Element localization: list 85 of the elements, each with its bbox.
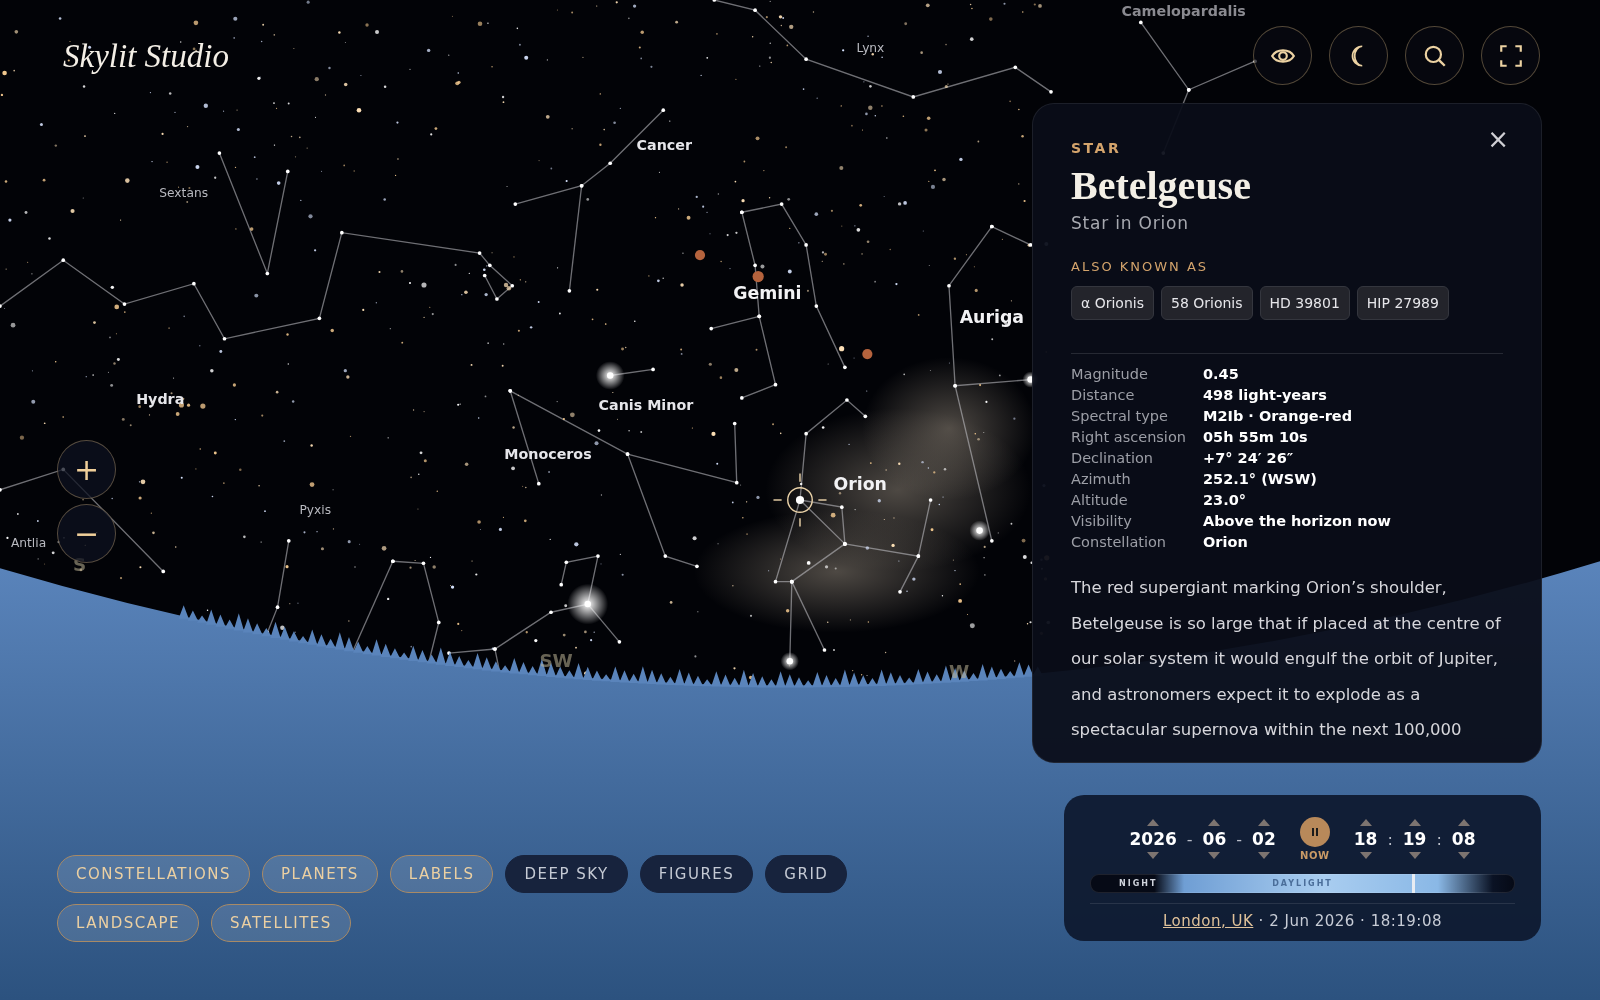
time-field-value[interactable]: 18 (1353, 829, 1378, 849)
layer-toggle-button[interactable]: SATELLITES (211, 904, 351, 942)
property-label: Right ascension (1071, 428, 1187, 447)
zoom-in-button[interactable]: + (57, 440, 116, 499)
daylight-timeline-bar[interactable]: NIGHT DAYLIGHT (1090, 874, 1515, 893)
description-text: The red supergiant marking Orion’s shoulder, Betelgeuse is so large that if placed at the centre of our solar system it would engulf the orbit of Jupiter, and astronomers expect it to explode as a spectacular supernova within the next 100,000 (1071, 577, 1502, 741)
constellation-label: Monoceros (504, 446, 592, 463)
property-value: 498 light-years (1203, 386, 1328, 405)
pause-button[interactable] (1299, 817, 1330, 847)
app-logo: Skylit Studio (63, 38, 229, 75)
increment-arrow-icon[interactable] (1457, 819, 1470, 826)
property-label: Spectral type (1071, 407, 1169, 426)
daylight-label: DAYLIGHT (1272, 879, 1333, 888)
alias-tag: HIP 27989 (1356, 286, 1449, 320)
increment-arrow-icon[interactable] (1359, 819, 1372, 826)
property-value: M2Ib · Orange-red (1203, 407, 1354, 426)
field-separator: : (1436, 829, 1442, 849)
constellation-label: Pyxis (299, 503, 332, 518)
time-field-value[interactable]: 08 (1451, 829, 1476, 849)
decrement-arrow-icon[interactable] (1457, 852, 1470, 859)
planet-marker[interactable] (862, 349, 873, 360)
property-value: 252.1° (WSW) (1203, 470, 1318, 489)
property-value: 05h 55m 10s (1203, 428, 1309, 447)
selection-reticle-icon (772, 472, 828, 528)
constellation-label: Lynx (856, 41, 885, 56)
object-type-label: STAR (1071, 140, 1123, 156)
property-label: Azimuth (1071, 470, 1132, 489)
property-label: Constellation (1071, 533, 1168, 552)
layer-toggle-button[interactable]: LANDSCAPE (57, 904, 199, 942)
pause-icon (1309, 827, 1320, 837)
compass-direction-label: SW (539, 650, 573, 672)
close-button[interactable]: × (1483, 124, 1513, 154)
decrement-arrow-icon[interactable] (1359, 852, 1372, 859)
decrement-arrow-icon[interactable] (1408, 852, 1421, 859)
planet-marker[interactable] (694, 250, 706, 261)
constellation-label: Gemini (733, 283, 802, 303)
decrement-arrow-icon[interactable] (1208, 852, 1221, 859)
constellation-label: Sextans (159, 185, 209, 200)
field-separator: - (1186, 829, 1193, 849)
layer-toggle-button[interactable]: GRID (765, 855, 848, 893)
night-label: NIGHT (1119, 879, 1158, 888)
current-time-marker[interactable] (1412, 874, 1416, 893)
planet-marker[interactable] (752, 270, 764, 283)
field-separator: - (1236, 829, 1243, 849)
property-value: Orion (1203, 533, 1249, 552)
layer-toggle-button[interactable]: FIGURES (639, 855, 754, 893)
constellation-label: Canis Minor (598, 397, 694, 414)
alias-tag: α Orionis (1071, 286, 1154, 320)
property-value: 0.45 (1203, 365, 1240, 384)
section-heading: ALSO KNOWN AS (1071, 259, 1210, 274)
property-label: Altitude (1071, 491, 1129, 510)
object-title: Betelgeuse (1071, 162, 1252, 209)
constellation-label: Hydra (136, 391, 185, 408)
location-link[interactable]: London, UK (1163, 912, 1254, 930)
property-value: Above the horizon now (1203, 512, 1392, 531)
increment-arrow-icon[interactable] (1408, 819, 1421, 826)
constellation-label: Antlia (10, 535, 47, 550)
time-field-value[interactable]: 06 (1202, 829, 1227, 849)
alias-tag: HD 39801 (1259, 286, 1350, 320)
increment-arrow-icon[interactable] (1147, 819, 1160, 826)
now-label: NOW (1300, 850, 1330, 861)
constellation-label: Orion (833, 473, 887, 494)
date-time-text: · 2 Jun 2026 · 18:19:08 (1258, 912, 1442, 930)
property-label: Distance (1071, 386, 1136, 405)
increment-arrow-icon[interactable] (1257, 819, 1270, 826)
decrement-arrow-icon[interactable] (1147, 852, 1160, 859)
constellation-label: Auriga (959, 307, 1024, 328)
time-field-value[interactable]: 2026 (1129, 829, 1177, 849)
fullscreen-icon (1497, 42, 1524, 69)
object-subtitle: Star in Orion (1071, 213, 1190, 233)
decrement-arrow-icon[interactable] (1257, 852, 1270, 859)
constellation-label: Camelopardalis (1121, 3, 1246, 20)
time-field-value[interactable]: 19 (1402, 829, 1427, 849)
constellation-label: Cancer (636, 137, 692, 153)
property-label: Magnitude (1071, 365, 1149, 384)
increment-arrow-icon[interactable] (1208, 819, 1221, 826)
layer-toggle-button[interactable]: DEEP SKY (505, 855, 628, 893)
property-value: 23.0° (1203, 491, 1248, 510)
compass-direction-label: W (949, 660, 970, 682)
alias-tag: 58 Orionis (1160, 286, 1253, 320)
property-label: Visibility (1071, 512, 1133, 531)
property-label: Declination (1071, 449, 1154, 468)
field-separator: : (1387, 829, 1393, 849)
time-field-value[interactable]: 02 (1252, 829, 1276, 849)
property-value: +7° 24′ 26″ (1203, 449, 1295, 468)
